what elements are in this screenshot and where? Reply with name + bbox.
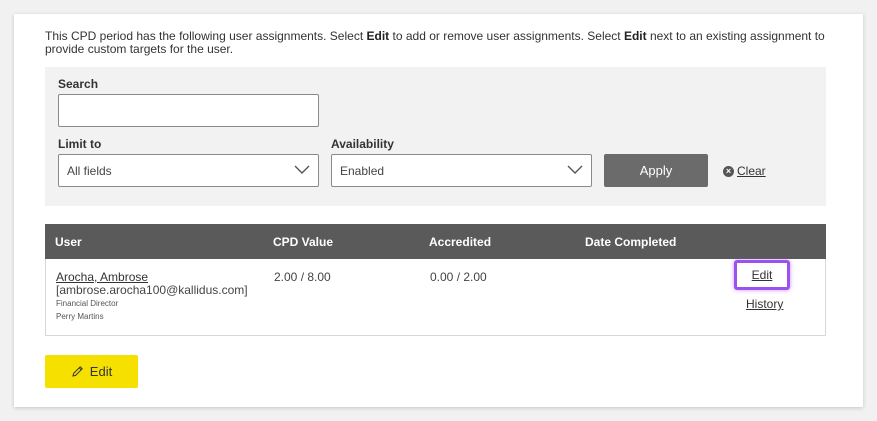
search-label: Search bbox=[58, 77, 99, 91]
availability-value: Enabled bbox=[340, 164, 385, 178]
header-date-completed: Date Completed bbox=[585, 235, 677, 249]
intro-bold-edit-2: Edit bbox=[623, 29, 647, 43]
limit-to-label: Limit to bbox=[58, 137, 102, 151]
availability-label: Availability bbox=[331, 137, 394, 151]
clear-label: Clear bbox=[737, 164, 766, 178]
edit-button-label: Edit bbox=[89, 364, 113, 379]
accredited-cell: 0.00 / 2.00 bbox=[430, 270, 487, 284]
row-edit-link[interactable]: Edit bbox=[752, 268, 773, 282]
clear-link[interactable]: × Clear bbox=[723, 164, 766, 178]
row-history-link[interactable]: History bbox=[746, 297, 783, 311]
user-name-link[interactable]: Arocha, Ambrose bbox=[56, 270, 148, 284]
user-email: [ambrose.arocha100@kallidus.com] bbox=[56, 283, 248, 297]
cpd-assignments-panel: This CPD period has the following user a… bbox=[14, 14, 863, 407]
user-job-title: Financial Director bbox=[56, 299, 119, 308]
header-cpd-value: CPD Value bbox=[273, 235, 334, 249]
availability-select[interactable]: Enabled bbox=[331, 154, 592, 187]
x-circle-icon: × bbox=[723, 165, 734, 177]
header-accredited: Accredited bbox=[429, 235, 492, 249]
chevron-down-icon bbox=[567, 165, 583, 174]
apply-button[interactable]: Apply bbox=[604, 154, 708, 187]
pencil-icon bbox=[72, 366, 83, 377]
edit-assignments-button[interactable]: Edit bbox=[45, 355, 138, 388]
intro-text: This CPD period has the following user a… bbox=[45, 29, 825, 56]
user-manager: Perry Martins bbox=[56, 312, 104, 321]
table-header: User CPD Value Accredited Date Completed bbox=[45, 224, 826, 259]
header-user: User bbox=[55, 235, 82, 249]
limit-to-select[interactable]: All fields bbox=[58, 154, 319, 187]
filter-panel: Search Limit to All fields Availability … bbox=[45, 67, 826, 206]
limit-to-value: All fields bbox=[67, 164, 112, 178]
row-edit-link-highlight[interactable]: Edit bbox=[734, 260, 790, 290]
user-assignments-table: User CPD Value Accredited Date Completed… bbox=[45, 224, 826, 336]
chevron-down-icon bbox=[294, 165, 310, 174]
search-input[interactable] bbox=[58, 94, 319, 127]
cpd-value-cell: 2.00 / 8.00 bbox=[274, 270, 331, 284]
intro-bold-edit-1: Edit bbox=[366, 29, 390, 43]
